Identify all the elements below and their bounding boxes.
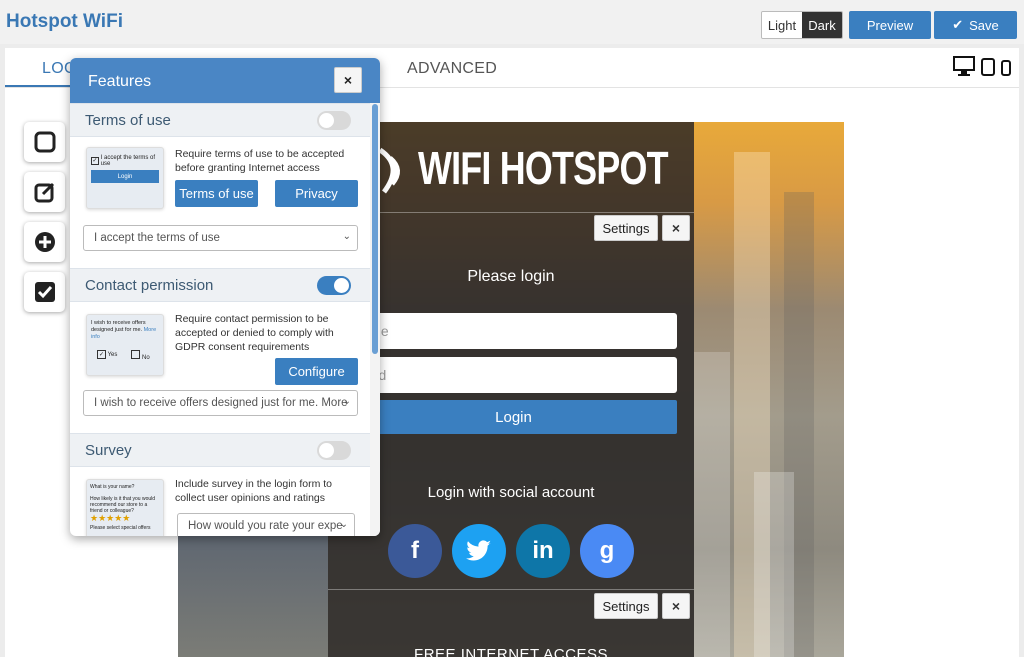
survey-thumb-q3: Please select special offers	[90, 525, 151, 531]
phone-icon[interactable]	[1001, 60, 1011, 81]
facebook-login-button[interactable]: f	[388, 524, 442, 578]
contact-thumb-no: No	[142, 355, 150, 361]
facebook-icon: f	[411, 537, 419, 564]
features-panel: Features × Terms of use ✓ I accept the t…	[70, 58, 380, 536]
linkedin-icon: in	[532, 537, 554, 564]
survey-select-value: How would you rate your expe	[188, 520, 343, 532]
contact-thumb-text: I wish to receive offers designed just f…	[91, 320, 146, 333]
edit-tool-button[interactable]	[24, 172, 65, 212]
terms-of-use-button[interactable]: Terms of use	[175, 180, 258, 207]
add-tool-button[interactable]	[24, 222, 65, 262]
theme-toggle: Light Dark	[761, 11, 843, 39]
contact-select-value: I wish to receive offers designed just f…	[94, 397, 348, 409]
edit-icon	[34, 182, 54, 203]
side-toolbar	[24, 122, 65, 312]
terms-toggle[interactable]	[317, 111, 351, 130]
survey-toggle[interactable]	[317, 441, 351, 460]
password-input[interactable]: sword	[349, 357, 677, 393]
social-login-heading: Login with social account	[427, 484, 595, 501]
tab-active-indicator	[5, 85, 75, 87]
features-title: Features	[88, 73, 152, 90]
tab-advanced[interactable]: ADVANCED	[407, 60, 497, 78]
contact-thumb-yes: Yes	[107, 352, 118, 358]
chevron-down-icon: ⌄	[342, 396, 351, 407]
twitter-icon	[466, 540, 491, 561]
survey-thumb-q2: How likely is it that you would recommen…	[90, 496, 156, 514]
contact-select[interactable]: I wish to receive offers designed just f…	[83, 390, 358, 416]
checkbox-icon	[34, 282, 55, 302]
theme-light-button[interactable]: Light	[762, 12, 802, 38]
terms-select-value: I accept the terms of use	[94, 232, 220, 244]
features-close-button[interactable]: ×	[334, 67, 362, 93]
username-input[interactable]: rname	[349, 313, 677, 349]
preview-button[interactable]: Preview	[849, 11, 931, 39]
app-title: Hotspot WiFi	[6, 11, 123, 32]
device-switcher	[953, 56, 1011, 81]
terms-thumb-button: Login	[91, 170, 159, 183]
divider	[328, 589, 694, 590]
login-button[interactable]: Login	[350, 400, 677, 434]
checkbox-icon	[131, 350, 141, 359]
login-box: WIFI HOTSPOT Settings × Please login rna…	[328, 122, 694, 657]
logo-text: WIFI HOTSPOT	[418, 142, 669, 194]
terms-thumbnail: ✓ I accept the terms of use Login	[86, 147, 164, 209]
building-shape	[754, 472, 794, 657]
square-icon	[34, 131, 55, 153]
settings-button[interactable]: Settings	[594, 215, 658, 241]
survey-title: Survey	[85, 442, 132, 459]
check-icon: ✔	[952, 17, 964, 32]
brand-logo: WIFI HOTSPOT	[376, 140, 738, 196]
terms-section-header: Terms of use	[70, 103, 370, 137]
remove-block-button[interactable]: ×	[662, 215, 690, 241]
google-login-button[interactable]: g	[580, 524, 634, 578]
contact-thumbnail: I wish to receive offers designed just f…	[86, 314, 164, 376]
chevron-down-icon: ⌄	[339, 519, 348, 530]
checkbox-tool-button[interactable]	[24, 272, 65, 312]
twitter-login-button[interactable]	[452, 524, 506, 578]
contact-description: Require contact permission to be accepte…	[175, 313, 334, 353]
top-bar: Hotspot WiFi Light Dark Preview ✔ Save	[0, 0, 1024, 44]
tablet-icon[interactable]	[981, 58, 995, 81]
contact-section-header: Contact permission	[70, 268, 370, 302]
contact-title: Contact permission	[85, 277, 214, 294]
contact-toggle[interactable]	[317, 276, 351, 295]
configure-button[interactable]: Configure	[275, 358, 358, 385]
building-shape	[694, 352, 730, 657]
background-image-right	[694, 122, 844, 657]
scrollbar-thumb[interactable]	[372, 104, 378, 354]
square-tool-button[interactable]	[24, 122, 65, 162]
theme-dark-button[interactable]: Dark	[802, 12, 842, 38]
linkedin-login-button[interactable]: in	[516, 524, 570, 578]
desktop-icon[interactable]	[953, 56, 975, 81]
settings-button-2[interactable]: Settings	[594, 593, 658, 619]
save-label: Save	[969, 17, 999, 33]
terms-thumb-text: I accept the terms of use	[100, 155, 156, 167]
login-heading: Please login	[467, 268, 555, 285]
wifi-icon	[378, 147, 400, 194]
terms-title: Terms of use	[85, 112, 171, 129]
free-access-text: FREE INTERNET ACCESS	[414, 646, 608, 657]
google-icon: g	[599, 537, 615, 564]
chevron-down-icon: ⌄	[342, 231, 351, 242]
plus-circle-icon	[34, 232, 55, 252]
divider	[328, 212, 694, 213]
star-rating-icon: ★★★★★	[90, 513, 131, 523]
checkbox-icon: ✓	[91, 157, 99, 165]
save-button[interactable]: ✔ Save	[934, 11, 1017, 39]
privacy-button[interactable]: Privacy	[275, 180, 358, 207]
survey-section-header: Survey	[70, 433, 370, 467]
survey-select[interactable]: How would you rate your expe ⌄	[177, 513, 355, 536]
survey-description: Include survey in the login form to coll…	[175, 478, 332, 504]
terms-description: Require terms of use to be accepted befo…	[175, 148, 345, 174]
remove-block-button-2[interactable]: ×	[662, 593, 690, 619]
terms-select[interactable]: I accept the terms of use ⌄	[83, 225, 358, 251]
survey-thumbnail: What is your name? How likely is it that…	[86, 479, 164, 536]
survey-thumb-q1: What is your name?	[90, 484, 135, 490]
checkbox-icon: ✓	[97, 350, 106, 359]
